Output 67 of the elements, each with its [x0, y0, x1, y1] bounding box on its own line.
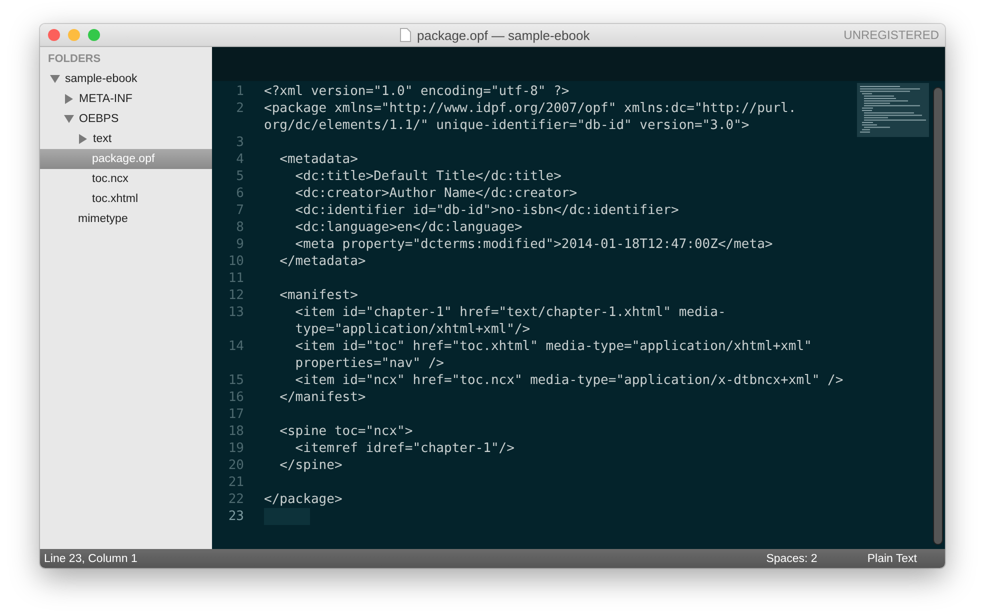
document-icon	[400, 28, 411, 42]
line-number: 12	[227, 287, 245, 304]
collapsed-arrow-icon[interactable]	[64, 94, 74, 104]
collapsed-arrow-icon[interactable]	[78, 134, 88, 144]
code-line: </metadata>	[278, 253, 366, 270]
code-line: </manifest>	[278, 389, 366, 406]
line-number: 3	[235, 134, 245, 151]
line-number: 18	[227, 423, 245, 440]
line-number: 21	[227, 474, 245, 491]
code-line: <?xml version="1.0" encoding="utf-8" ?>	[264, 83, 570, 100]
minimize-button[interactable]	[68, 29, 80, 41]
code-line: <dc:language>en</dc:language>	[294, 219, 522, 236]
code-line: type="application/xhtml+xml"/>	[294, 321, 532, 338]
tree-item[interactable]: toc.ncx	[40, 169, 212, 189]
code-line: org/dc/elements/1.1/" unique-identifier="db-id" version="3.0">	[264, 117, 750, 134]
code-line: <dc:identifier id="db-id">no-isbn</dc:identifier>	[294, 202, 679, 219]
line-number: 17	[227, 406, 245, 423]
license-status: UNREGISTERED	[844, 28, 939, 42]
tree-item[interactable]: OEBPS	[40, 109, 212, 129]
scroll-thumb[interactable]	[933, 87, 943, 545]
line-number: 19	[227, 440, 245, 457]
tree-item[interactable]: text	[40, 129, 212, 149]
code-line: <dc:creator>Author Name</dc:creator>	[294, 185, 578, 202]
code-line: <dc:title>Default Title</dc:title>	[294, 168, 562, 185]
line-number: 1	[235, 83, 245, 100]
code-line: <spine toc="ncx">	[278, 423, 413, 440]
line-number: 9	[235, 236, 245, 253]
line-number: 22	[227, 491, 245, 508]
line-number: 15	[227, 372, 245, 389]
line-number: 23	[227, 508, 245, 525]
code-line: <item id="ncx" href="toc.ncx" media-type="application/x-dtbncx+xml" />	[294, 372, 844, 389]
code-line: <item id="chapter-1" href="text/chapter-1.xhtml" media-	[294, 304, 726, 321]
code-line: <itemref idref="chapter-1"/>	[294, 440, 514, 457]
tree-item[interactable]: mimetype	[40, 209, 212, 229]
sidebar-heading: FOLDERS	[47, 52, 102, 67]
tree-item[interactable]: sample-ebook	[40, 69, 212, 89]
code-line: <manifest>	[278, 287, 358, 304]
line-number: 6	[235, 185, 245, 202]
zoom-button[interactable]	[88, 29, 100, 41]
line-number: 20	[227, 457, 245, 474]
line-number: 5	[235, 168, 245, 185]
code-line: <item id="toc" href="toc.xhtml" media-type="application/xhtml+xml"	[294, 338, 812, 355]
code-line: <meta property="dcterms:modified">2014-01-18T12:47:00Z</meta>	[294, 236, 773, 253]
line-number: 7	[235, 202, 245, 219]
expanded-arrow-icon[interactable]	[64, 114, 74, 124]
close-button[interactable]	[48, 29, 60, 41]
line-number: 8	[235, 219, 245, 236]
line-number: 14	[227, 338, 245, 356]
code-line: <package xmlns="http://www.idpf.org/2007/opf" xmlns:dc="http://purl.	[264, 100, 796, 117]
cursor-position: Line 23, Column 1	[44, 552, 138, 564]
code-line: <metadata>	[278, 151, 358, 168]
syntax-mode[interactable]: Plain Text	[867, 552, 917, 564]
line-number: 13	[227, 304, 245, 322]
window-title: package.opf — sample-ebook	[417, 28, 590, 42]
line-number: 4	[235, 151, 245, 168]
line-number: 2	[235, 100, 245, 118]
code-line: </spine>	[278, 457, 342, 474]
expanded-arrow-icon[interactable]	[50, 74, 60, 84]
minimap-drawing	[857, 83, 929, 137]
code-line: properties="nav" />	[294, 355, 446, 372]
code-line: </package>	[264, 491, 342, 508]
line-number: 11	[227, 270, 245, 287]
tree-item[interactable]: toc.xhtml	[40, 189, 212, 209]
tree-item[interactable]: META-INF	[40, 89, 212, 109]
indentation-setting[interactable]: Spaces: 2	[766, 552, 818, 564]
line-number: 10	[227, 253, 245, 270]
line-number: 16	[227, 389, 245, 406]
